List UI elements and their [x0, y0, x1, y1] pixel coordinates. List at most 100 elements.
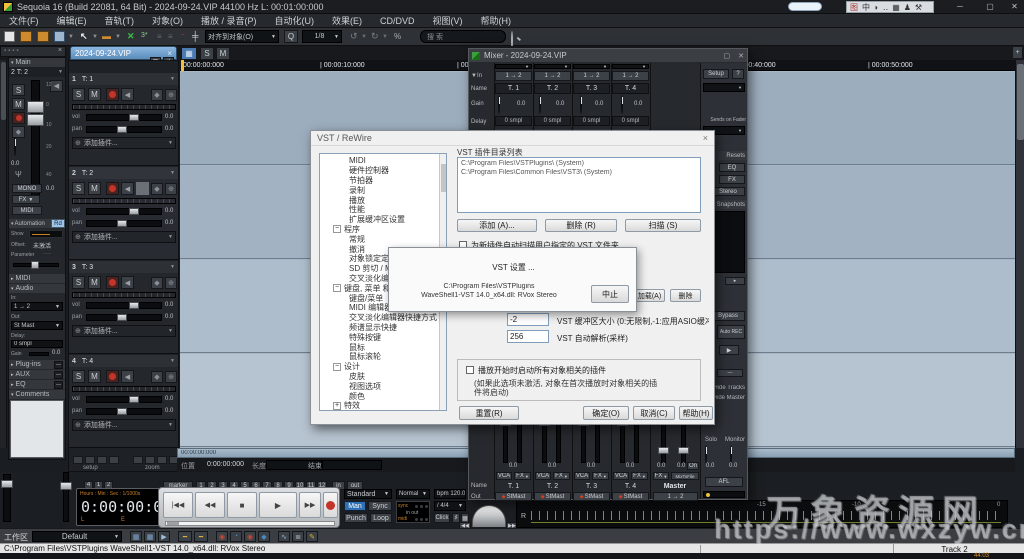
master-fader-handle-r[interactable]	[678, 447, 689, 454]
dropdown-icon[interactable]: ▼	[170, 170, 175, 176]
vol-slider-track[interactable]	[86, 396, 162, 403]
reset-button[interactable]: 重置(R)	[459, 406, 519, 420]
playhead-marker[interactable]	[181, 60, 184, 71]
dialog-titlebar[interactable]: VST / ReWire ×	[311, 131, 714, 146]
mute-button[interactable]: M	[88, 370, 101, 383]
mixtofile-button[interactable]: MixToFile	[671, 472, 699, 480]
dropdown-icon[interactable]: ▼	[168, 328, 173, 334]
close-button[interactable]: ✕	[1005, 0, 1024, 13]
ch2-fader-slot2[interactable]	[556, 419, 561, 463]
ws-tool-icon-5[interactable]: ━	[194, 531, 208, 542]
ws-tool-icon-10[interactable]: ∿	[278, 531, 290, 542]
dropdown-icon[interactable]: ▼	[170, 358, 175, 364]
solo-button[interactable]: S	[72, 276, 85, 289]
tree-item[interactable]: 频谱显示快捷	[320, 323, 446, 333]
ch3-name[interactable]: T. 3	[573, 83, 610, 94]
tree-expander[interactable]: +	[333, 401, 341, 410]
comments-text-area[interactable]	[10, 400, 64, 458]
object-mode-icon[interactable]: 3*	[141, 32, 148, 39]
tree-item[interactable]: 扩展缓冲区设置	[320, 215, 446, 225]
quantize-value-dropdown[interactable]: 1/8 ▼	[302, 30, 342, 43]
dock-fader-track[interactable]	[31, 80, 40, 196]
ch1-input-route[interactable]: 1 → 2	[495, 71, 532, 81]
midi-section-header[interactable]: ▸ MIDI	[9, 274, 65, 283]
fx-reset-button[interactable]: FX	[719, 175, 745, 184]
channel-preset-dropdown[interactable]: ▼	[573, 64, 610, 69]
add-path-button[interactable]: 添加 (A)...	[457, 219, 537, 232]
range-dropdown-icon[interactable]: ▼	[115, 34, 121, 40]
preparse-input[interactable]: 256	[507, 330, 549, 343]
monitor-level-slider[interactable]	[703, 491, 745, 498]
ch2-gain-knob[interactable]	[539, 95, 541, 114]
eq-reset-button[interactable]: EQ	[719, 163, 745, 172]
audio-in-dropdown[interactable]: 1 → 2 ▼	[11, 302, 63, 311]
ch1-fader-slot2[interactable]	[517, 419, 522, 463]
undo-icon[interactable]: ↺	[350, 31, 358, 42]
mixer-preset-dropdown[interactable]: ▼	[703, 83, 745, 92]
ch1-fx-button[interactable]: FX ▼	[514, 472, 531, 480]
track-title-bar[interactable]: 1 T: 1 ▼	[69, 73, 178, 85]
menu-file[interactable]: 文件(F)	[0, 14, 48, 27]
tree-item[interactable]: 特殊按键	[320, 332, 446, 342]
loop-button[interactable]: Loop	[370, 513, 392, 523]
minus-icon[interactable]: —	[54, 370, 63, 379]
master-output-button[interactable]: 1 → 2	[653, 492, 698, 501]
ch3-vca-button[interactable]: VCA	[574, 472, 590, 480]
audio-section-header[interactable]: ▾ Audio	[9, 284, 65, 293]
ws-tool-icon-3[interactable]: ▶	[158, 531, 170, 542]
maximize-button[interactable]: ▢	[978, 0, 1002, 13]
dropdown-icon[interactable]: ▼	[168, 234, 173, 240]
track-header-2[interactable]: 2 T: 2 ▼ S M ◀ ◆ ⊕ vol 0.0 pan 0.0 ⊕ 添加插件..…	[69, 167, 178, 260]
master-fx-button[interactable]: FX ▼	[653, 472, 669, 480]
tree-item[interactable]: 硬件控制器	[320, 166, 446, 176]
add-track-button[interactable]: +	[1012, 46, 1023, 59]
play-button[interactable]: ▶	[259, 492, 297, 518]
sends-on-fader-label[interactable]: Sends on Fader	[702, 117, 746, 123]
vol-slider-handle[interactable]	[129, 114, 139, 121]
ch4-delay[interactable]: 0 smpl	[612, 116, 649, 126]
dock-fader-handle[interactable]	[27, 101, 44, 113]
solo-button[interactable]: S	[72, 88, 85, 101]
ws-tool-icon-1[interactable]: ▦	[130, 531, 142, 542]
ch3-input-route[interactable]: 1 → 2	[573, 71, 610, 81]
mono-button[interactable]: MONO	[12, 184, 42, 193]
dropdown-icon[interactable]: ▼	[170, 264, 175, 270]
pan-slider-handle[interactable]	[117, 220, 127, 227]
ime-lang-icon[interactable]: 图	[850, 2, 858, 13]
ws-tool-icon-11[interactable]: ≣	[292, 531, 304, 542]
monitor-knob[interactable]	[730, 445, 732, 464]
vscroll-thumb[interactable]	[1017, 64, 1024, 140]
ch2-output-button[interactable]: ◆ StMast	[534, 492, 571, 501]
track-header-4[interactable]: 4 T: 4 ▼ S M ◀ ◆ ⊕ vol 0.0 pan 0.0 ⊕ 添加插件..…	[69, 355, 178, 448]
track-title-bar[interactable]: 3 T: 3 ▼	[69, 261, 178, 273]
ch3-delay[interactable]: 0 smpl	[573, 116, 610, 126]
mute-button[interactable]: M	[88, 276, 101, 289]
ch1-name[interactable]: T. 1	[495, 83, 532, 94]
end-value[interactable]	[322, 460, 382, 470]
dialog-close-icon[interactable]: ×	[703, 133, 708, 143]
cursor-tool-icon[interactable]: ↖	[80, 31, 88, 42]
solo-knob[interactable]	[705, 445, 707, 464]
load-plugin-button[interactable]: 加载(A)	[634, 289, 665, 302]
midi-button[interactable]: MIDI	[12, 206, 42, 215]
track-height-button[interactable]	[73, 456, 83, 464]
add-plugin-row[interactable]: ⊕ 添加插件... ▼	[72, 419, 176, 431]
ch4-vca-button[interactable]: VCA	[613, 472, 629, 480]
vertical-scrollbar[interactable]	[1015, 60, 1024, 448]
channel-preset-dropdown[interactable]: ▼	[534, 64, 571, 69]
plugin-path-listbox[interactable]: C:\Program Files\VSTPlugins\ (System) C:…	[457, 157, 701, 213]
record-button[interactable]	[323, 492, 338, 518]
search-box[interactable]: 搜 索	[420, 30, 506, 43]
redo-icon[interactable]: ↻	[371, 31, 379, 42]
man-button[interactable]: Man	[344, 501, 366, 511]
master-on-button[interactable]: On	[687, 462, 699, 470]
redo-dropdown-icon[interactable]: ▼	[382, 34, 388, 40]
dock-solo-button[interactable]: S	[12, 84, 25, 96]
dock-track-selector[interactable]: 2 T: 2 ▼	[9, 67, 65, 77]
dock-record-button[interactable]	[12, 112, 25, 124]
cursor-dropdown-icon[interactable]: ▼	[92, 34, 98, 40]
help-button[interactable]: 帮助(H)	[679, 406, 713, 420]
tree-item[interactable]: 鼠标	[320, 342, 446, 352]
snapshot-nav-button[interactable]: ▸	[725, 277, 745, 285]
ch4-fx-button[interactable]: FX ▼	[631, 472, 648, 480]
